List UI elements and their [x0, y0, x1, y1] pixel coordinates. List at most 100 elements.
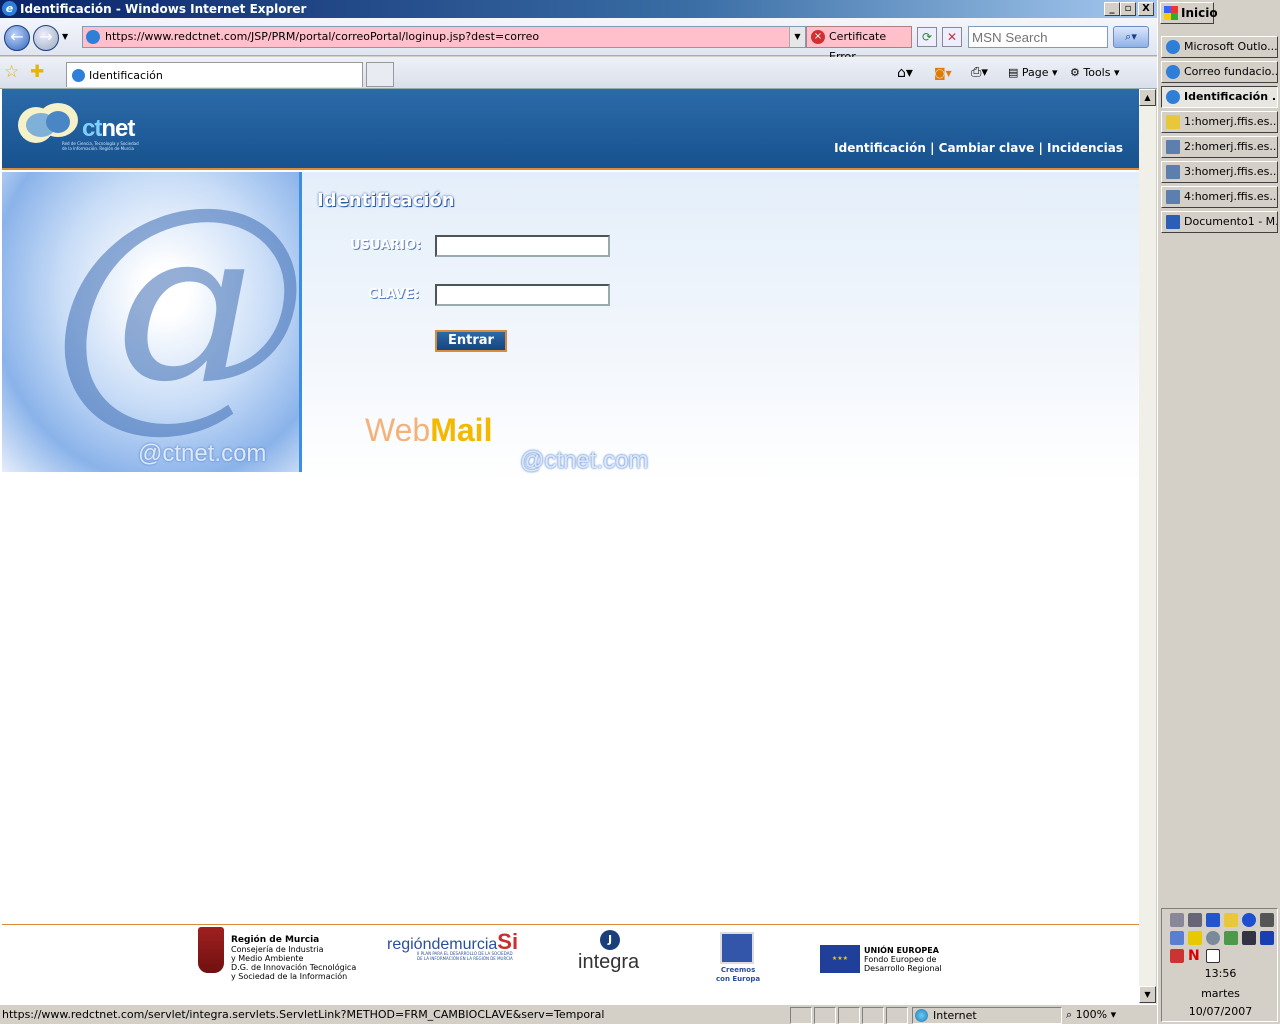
globe-icon [915, 1009, 928, 1022]
domain-label: @ctnet.com [520, 447, 649, 474]
add-favorites-icon[interactable]: ✚ [30, 62, 44, 82]
entrar-button[interactable]: Entrar [435, 330, 507, 352]
site-header: ctnet Red de Ciencia, Tecnología y Socie… [2, 89, 1139, 170]
taskbar-item[interactable]: 4:homerj.ffis.es... [1161, 186, 1278, 208]
domain-label-left: @ctnet.com [138, 440, 267, 467]
user-input[interactable] [435, 235, 610, 257]
page-icon [72, 69, 85, 82]
terminal-icon [1166, 165, 1180, 179]
address-text: https://www.redctnet.com/JSP/PRM/portal/… [105, 30, 540, 43]
certificate-error-button[interactable]: × Certificate Error [806, 26, 912, 63]
search-input[interactable] [968, 26, 1108, 48]
vertical-scrollbar[interactable]: ▲ ▼ [1139, 89, 1156, 1004]
clock-time: 13:56 [1204, 967, 1237, 980]
print-icon[interactable]: ⎙▾ [971, 64, 988, 82]
europa-logo-text: Creemos con Europa [716, 966, 761, 983]
taskbar-item[interactable]: Documento1 - M... [1161, 211, 1278, 233]
password-input[interactable] [435, 284, 610, 306]
tab-identificacion[interactable]: Identificación [66, 62, 363, 87]
maximize-button[interactable]: ▫ [1120, 2, 1136, 16]
stop-icon[interactable]: ✕ [942, 27, 962, 47]
search-button[interactable]: ⌕▾ [1113, 26, 1149, 48]
tray-icon[interactable] [1260, 931, 1274, 945]
security-shield-icon[interactable] [1188, 931, 1202, 945]
taskbar-item[interactable]: 1:homerj.ffis.es... [1161, 111, 1278, 133]
webmail-logo: WebMail [365, 412, 493, 448]
nav-identificacion[interactable]: Identificación [834, 141, 926, 155]
word-icon [1166, 215, 1180, 229]
system-tray: N 13:56 martes 10/07/2007 [1161, 908, 1278, 1022]
tray-icon[interactable] [1224, 931, 1238, 945]
clock-day: martes [1201, 987, 1240, 1000]
user-label: USUARIO: [350, 238, 422, 253]
search-icon: ⌕▾ [1125, 30, 1137, 43]
ie-icon [1166, 90, 1180, 104]
terminal-icon [1166, 115, 1180, 129]
forward-icon[interactable]: → [33, 25, 59, 51]
password-label: CLAVE: [368, 287, 420, 302]
history-dropdown-icon[interactable]: ▼ [62, 32, 68, 41]
login-panel: Identificación USUARIO: CLAVE: Entrar We… [302, 172, 1139, 482]
address-bar[interactable]: https://www.redctnet.com/JSP/PRM/portal/… [82, 26, 806, 48]
refresh-icon[interactable]: ⟳ [917, 27, 937, 47]
footer-divider [2, 924, 1139, 925]
tray-icon[interactable] [1206, 949, 1220, 963]
close-button[interactable]: X [1138, 2, 1154, 16]
eu-logo-text: UNIÓN EUROPEA Fondo Europeo de Desarrollo … [864, 946, 942, 973]
taskbar-item[interactable]: 3:homerj.ffis.es... [1161, 161, 1278, 183]
integra-logo-text: integra [578, 951, 640, 973]
taskbar-item[interactable]: Microsoft Outlo... [1161, 36, 1278, 58]
bluetooth-icon[interactable] [1206, 913, 1220, 927]
favorites-star-icon[interactable]: ☆ [4, 62, 19, 82]
scroll-up-icon[interactable]: ▲ [1139, 89, 1156, 106]
back-icon[interactable]: ← [4, 25, 30, 51]
nav-incidencias[interactable]: Incidencias [1047, 141, 1123, 155]
tray-icon[interactable] [1206, 931, 1220, 945]
murcia-logo-text: Región de Murcia Consejería de Industria… [231, 935, 357, 982]
taskbar-item-active[interactable]: Identificación ... [1161, 86, 1278, 108]
window-title: Identificación - Windows Internet Explor… [20, 2, 307, 16]
taskbar-item[interactable]: 2:homerj.ffis.es... [1161, 136, 1278, 158]
europa-logo-icon [720, 932, 754, 964]
site-nav: Identificación | Cambiar clave | Inciden… [834, 141, 1123, 155]
window-titlebar: e Identificación - Windows Internet Expl… [0, 0, 1157, 18]
start-button[interactable]: Inicio [1160, 2, 1218, 24]
terminal-icon [1166, 190, 1180, 204]
shield-error-icon: × [811, 30, 825, 44]
at-sign-illustration: @ @ctnet.com [2, 172, 299, 472]
page-menu[interactable]: ▤ Page ▾ [1008, 64, 1058, 82]
address-dropdown-icon[interactable]: ▼ [789, 27, 805, 47]
tray-icon[interactable] [1242, 931, 1256, 945]
new-tab-button[interactable] [366, 62, 394, 87]
page-content: ctnet Red de Ciencia, Tecnología y Socie… [0, 89, 1139, 1004]
security-zone: Internet [912, 1007, 1062, 1024]
scroll-down-icon[interactable]: ▼ [1139, 986, 1156, 1003]
tray-icon[interactable] [1170, 949, 1184, 963]
home-icon[interactable]: ⌂▾ [897, 64, 913, 82]
status-bar: https://www.redctnet.com/servlet/integra… [0, 1004, 1157, 1024]
terminal-icon [1166, 140, 1180, 154]
ctnet-logo-subtitle: Red de Ciencia, Tecnología y Sociedad de… [62, 141, 139, 151]
ie-icon: e [2, 1, 17, 16]
norton-icon[interactable]: N [1188, 949, 1202, 963]
tray-icon[interactable] [1242, 913, 1256, 927]
login-title: Identificación [317, 190, 455, 211]
taskbar-item[interactable]: Correo fundacio... [1161, 61, 1278, 83]
ie-icon [1166, 40, 1180, 54]
ie-icon [1166, 65, 1180, 79]
tray-icon[interactable] [1260, 913, 1274, 927]
tray-icon[interactable] [1224, 913, 1238, 927]
nav-cambiar-clave[interactable]: Cambiar clave [939, 141, 1035, 155]
integra-logo-icon: J [600, 930, 620, 950]
windows-taskbar: Inicio Microsoft Outlo... Correo fundaci… [1157, 0, 1280, 1024]
network-icon[interactable] [1170, 931, 1184, 945]
at-sign-icon: @ [50, 172, 299, 454]
murcia-coat-of-arms-icon [198, 927, 224, 973]
tray-icon[interactable] [1170, 913, 1184, 927]
zoom-control[interactable]: ⌕ 100% ▾ [1066, 1007, 1144, 1024]
windows-flag-icon [1164, 6, 1178, 20]
tray-icon[interactable] [1188, 913, 1202, 927]
minimize-button[interactable]: _ [1104, 2, 1120, 16]
feeds-icon[interactable]: ◙▾ [934, 64, 952, 82]
tools-menu[interactable]: ⚙ Tools ▾ [1070, 64, 1120, 82]
